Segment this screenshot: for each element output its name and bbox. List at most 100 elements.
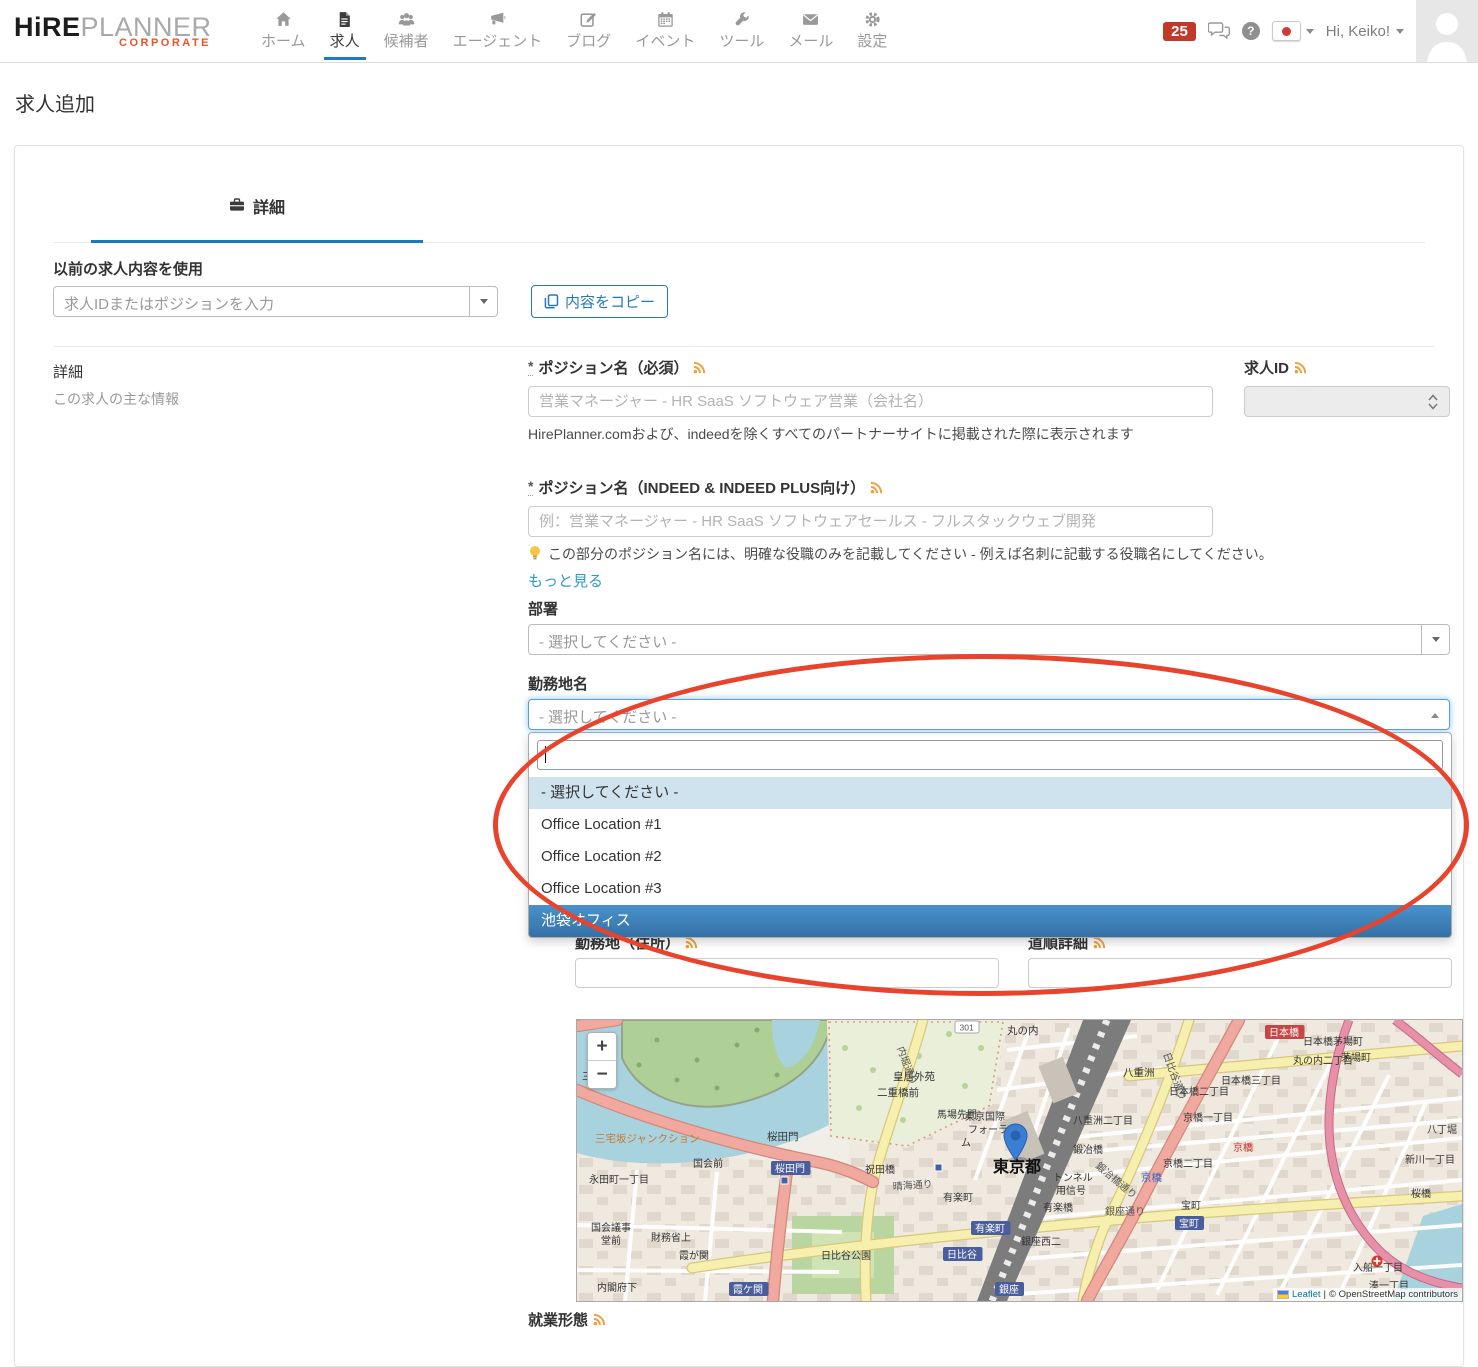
users-icon <box>398 11 415 28</box>
location-select[interactable]: - 選択してください - <box>528 699 1450 730</box>
nav-item-mail[interactable]: メール <box>788 11 833 51</box>
location-map[interactable]: 301 桜田門霞ケ関日比谷有楽町銀座宝町日本橋 三宅坂三宅坂ジャンクション桜田門… <box>576 1019 1463 1302</box>
map-label: 祝田橋 <box>865 1163 895 1176</box>
nav-item-home[interactable]: ホーム <box>261 11 306 51</box>
nav-item-label: ホーム <box>261 30 306 51</box>
station-label: 桜田門 <box>775 1162 805 1175</box>
help-icon[interactable]: ? <box>1242 22 1260 40</box>
nav-item-gear[interactable]: 設定 <box>857 11 887 51</box>
position-name-label-row: * ポジション名（必須） <box>528 357 706 378</box>
station-label: 銀座 <box>999 1283 1019 1296</box>
nav-item-label: 求人 <box>330 30 360 51</box>
map-label: 宝町 <box>1181 1199 1201 1212</box>
map-label: 三宅坂ジャンクション <box>595 1132 699 1145</box>
department-select[interactable]: - 選択してください - <box>528 624 1450 655</box>
job-id-stepper[interactable] <box>1244 386 1450 417</box>
copy-content-label: 内容をコピー <box>565 291 655 312</box>
nav-item-blog[interactable]: ブログ <box>566 11 611 51</box>
section-divider <box>53 346 1435 347</box>
map-label: 有楽町 <box>943 1191 973 1204</box>
map-label: 銀座西二 <box>1021 1235 1061 1248</box>
copy-content-button[interactable]: 内容をコピー <box>531 285 668 318</box>
map-label: 霞が関 <box>679 1249 709 1262</box>
map-label: 日本橋二丁目 <box>1169 1085 1229 1098</box>
nav-item-mega[interactable]: エージェント <box>453 11 543 51</box>
tab-details-label: 詳細 <box>253 194 285 218</box>
details-section-subtitle: この求人の主な情報 <box>53 389 179 409</box>
map-label: 八重洲 <box>1123 1066 1155 1079</box>
language-selector[interactable] <box>1272 21 1314 41</box>
department-value: - 選択してください - <box>529 625 1449 658</box>
map-label: 日比谷公園 <box>821 1250 871 1262</box>
location-name-label: 勤務地名 <box>528 673 588 694</box>
map-label: 新川一丁目 <box>1405 1153 1455 1166</box>
chevron-down-icon <box>480 299 488 304</box>
home-icon <box>275 11 292 28</box>
position-name-help: HirePlanner.comおよび、indeedを除くすべてのパートナーサイト… <box>528 424 1218 446</box>
map-label: 丸の内 <box>1007 1024 1039 1037</box>
nav-item-cal[interactable]: イベント <box>635 11 695 51</box>
tab-details[interactable]: 詳細 <box>91 146 423 242</box>
location-option[interactable]: Office Location #2 <box>529 841 1451 873</box>
map-label: 桜橋 <box>1411 1187 1431 1200</box>
map-label: 財務省上 <box>651 1231 691 1244</box>
indeed-tip-text: この部分のポジション名には、明確な役職のみを記載してください - 例えば名刺に記… <box>548 544 1273 566</box>
station-label: 日比谷 <box>947 1249 977 1261</box>
location-search-input[interactable] <box>537 740 1443 770</box>
map-label: ム <box>961 1137 971 1149</box>
osm-link[interactable]: © OpenStreetMap contributors <box>1329 1289 1458 1300</box>
map-label: 日本橋三丁目 <box>1221 1074 1281 1087</box>
notification-count-badge[interactable]: 25 <box>1163 22 1196 41</box>
map-label: 八丁堀 <box>1427 1124 1457 1136</box>
previous-job-combobox[interactable]: 求人IDまたはポジションを入力 <box>53 286 498 317</box>
location-options-list: - 選択してください -Office Location #1Office Loc… <box>529 777 1451 937</box>
location-option[interactable]: 池袋オフィス <box>529 905 1451 937</box>
logo-hire: HiRE <box>14 12 81 42</box>
zoom-out-button[interactable]: − <box>588 1061 616 1088</box>
svg-text:301: 301 <box>960 1023 974 1033</box>
cal-icon <box>657 11 674 28</box>
location-option[interactable]: Office Location #3 <box>529 873 1451 905</box>
combobox-toggle[interactable] <box>1421 625 1449 654</box>
map-label: 日本橋茅場町 <box>1303 1035 1363 1048</box>
page-title: 求人追加 <box>15 88 95 117</box>
indeed-position-input[interactable] <box>528 506 1213 537</box>
zoom-in-button[interactable]: + <box>588 1033 616 1061</box>
user-menu[interactable]: Hi, Keiko! <box>1326 23 1404 40</box>
location-option[interactable]: Office Location #1 <box>529 809 1451 841</box>
location-dropdown-panel: - 選択してください -Office Location #1Office Loc… <box>528 732 1452 938</box>
nav-item-doc[interactable]: 求人 <box>330 11 360 51</box>
nav-item-label: 候補者 <box>384 30 429 51</box>
map-label: 二重橋前 <box>877 1086 919 1099</box>
map-label: 有楽橋 <box>1043 1201 1073 1214</box>
metro-station-square <box>781 1177 788 1184</box>
map-label: 用信号 <box>1056 1185 1086 1197</box>
directions-input[interactable] <box>1028 958 1452 988</box>
required-asterisk: * <box>528 479 533 495</box>
map-label: 鍛冶橋 <box>1073 1143 1103 1156</box>
station-label: 日本橋 <box>1269 1026 1299 1039</box>
blog-icon <box>580 11 597 28</box>
map-label: 桜田門 <box>767 1130 799 1143</box>
see-more-link[interactable]: もっと見る <box>528 570 603 591</box>
indeed-position-label-row: * ポジション名（INDEED & INDEED PLUS向け） <box>528 477 883 498</box>
map-label: 京橋 <box>1233 1141 1253 1154</box>
chevron-up-icon <box>1431 713 1439 718</box>
active-tab-underline <box>91 240 423 243</box>
japan-flag-icon <box>1272 21 1301 41</box>
position-name-input[interactable] <box>528 386 1213 417</box>
nav-item-wrench[interactable]: ツール <box>719 11 764 51</box>
location-option[interactable]: - 選択してください - <box>529 777 1451 809</box>
station-label: 霞ケ関 <box>733 1284 763 1296</box>
leaflet-link[interactable]: Leaflet <box>1292 1289 1321 1300</box>
nav-item-users[interactable]: 候補者 <box>384 11 429 51</box>
combobox-toggle[interactable] <box>469 287 497 316</box>
hireplanner-logo[interactable]: HiREPLANNER CORPORATE <box>14 14 239 49</box>
ukraine-flag-icon <box>1277 1290 1289 1299</box>
avatar[interactable] <box>1416 0 1478 62</box>
map-label: 入船一丁目 <box>1353 1261 1403 1274</box>
job-id-label-row: 求人ID <box>1244 357 1307 378</box>
nav-item-label: 設定 <box>857 30 887 51</box>
chat-icon[interactable] <box>1208 22 1230 40</box>
address-input[interactable] <box>575 958 999 988</box>
